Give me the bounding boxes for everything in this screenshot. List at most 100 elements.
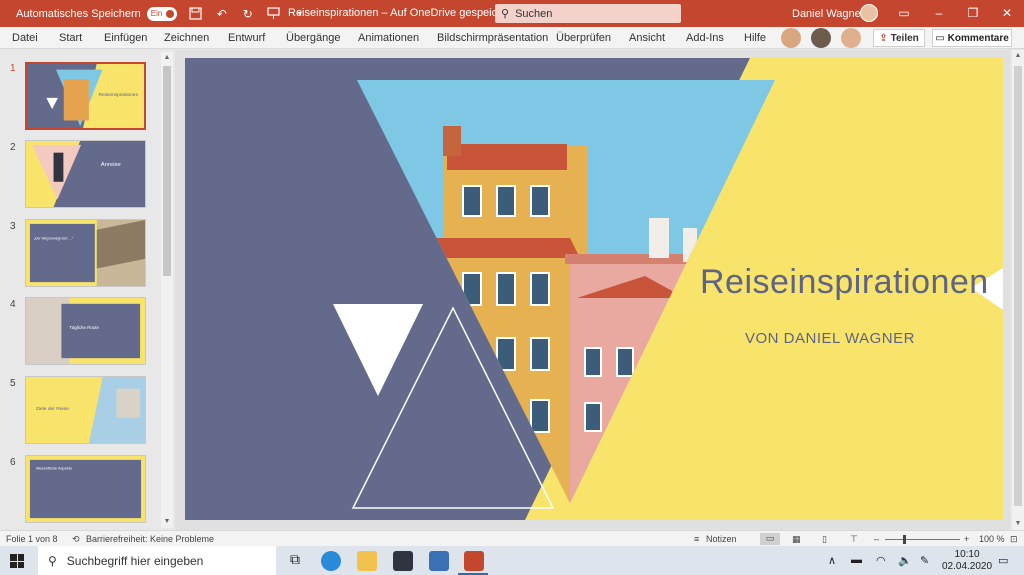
redo-icon[interactable]: ↻ — [241, 7, 255, 21]
tab-start[interactable]: Start — [59, 32, 82, 44]
search-box[interactable]: ⚲ Suchen — [495, 4, 681, 23]
tab-entwurf[interactable]: Entwurf — [228, 32, 265, 44]
tray-chevron-icon[interactable]: ∧ — [828, 554, 836, 567]
autosave-toggle[interactable]: Ein — [146, 6, 177, 21]
slide-thumbnail-5[interactable]: Ziele der Reise — [25, 376, 146, 444]
slide-thumbnail-6[interactable]: Wesentliche Aspekte — [25, 455, 146, 523]
fit-to-window-icon[interactable]: ⊡ — [1010, 534, 1018, 545]
slide-title[interactable]: Reiseinspirationen — [700, 263, 1000, 302]
user-avatar[interactable] — [860, 4, 878, 22]
slide-number: 5 — [10, 378, 16, 389]
save-icon[interactable] — [189, 7, 203, 21]
slide-thumbnail-4[interactable]: Tägliche Route — [25, 297, 146, 365]
slideshow-icon[interactable]: ⊤ — [850, 534, 858, 545]
pen-icon[interactable]: ✎ — [920, 554, 929, 567]
ribbon-tabs: Datei Start Einfügen Zeichnen Entwurf Üb… — [0, 27, 1024, 49]
slide-sorter-icon[interactable]: ▦ — [792, 534, 801, 545]
document-title[interactable]: Reiseinspirationen – Auf OneDrive gespei… — [288, 7, 516, 19]
share-icon: ⇪ — [879, 32, 888, 44]
scroll-down-icon[interactable]: ▼ — [1012, 520, 1024, 527]
thumb-5-title: Ziele der Reise — [36, 406, 69, 412]
tab-add-ins[interactable]: Add-Ins — [686, 32, 724, 44]
tab-datei[interactable]: Datei — [12, 32, 38, 44]
slide-number: 6 — [10, 457, 16, 468]
current-slide[interactable]: Reiseinspirationen VON DANIEL WAGNER — [185, 58, 1003, 520]
search-icon: ⚲ — [501, 8, 510, 20]
slide-scrollbar[interactable]: ▲ ▼ — [1012, 50, 1024, 530]
slide-number: 1 — [10, 63, 16, 74]
thumb-1-title: Reiseinspirationen — [99, 92, 139, 98]
comments-button[interactable]: ▭ Kommentare — [932, 29, 1012, 47]
notes-icon[interactable]: ≡ — [694, 534, 699, 544]
zoom-in-icon[interactable]: + — [964, 534, 969, 544]
thumb-4-title: Tägliche Route — [69, 325, 99, 330]
clock-date: 02.04.2020 — [942, 561, 993, 572]
normal-view-icon[interactable]: ▭ — [760, 533, 780, 545]
slide-thumbnail-3[interactable]: „Der Weg bewegt sich …“ — [25, 219, 146, 287]
search-icon: ⚲ — [48, 553, 57, 568]
notifications-icon[interactable]: ▭ — [998, 554, 1008, 567]
file-explorer-icon[interactable] — [357, 551, 377, 571]
status-bar: Folie 1 von 8 ⟲ Barrierefreiheit: Keine … — [0, 530, 1024, 546]
slide-editor: Reiseinspirationen VON DANIEL WAGNER — [175, 50, 1010, 530]
tab-einfuegen[interactable]: Einfügen — [104, 32, 147, 44]
undo-icon[interactable]: ↶ — [215, 7, 229, 21]
accessibility-icon[interactable]: ⟲ — [72, 534, 80, 545]
zoom-slider-thumb[interactable] — [903, 535, 906, 544]
mail-icon[interactable] — [393, 551, 413, 571]
maximize-icon[interactable]: ❐ — [964, 4, 982, 22]
clock-time: 10:10 — [954, 549, 980, 560]
thumbnail-scrollbar[interactable]: ▲ ▼ — [161, 52, 173, 528]
volume-icon[interactable]: 🔈 — [898, 554, 912, 567]
tab-uebergaenge[interactable]: Übergänge — [286, 32, 340, 44]
powerpoint-icon[interactable] — [464, 551, 484, 571]
taskbar-search[interactable]: ⚲ Suchbegriff hier eingeben — [38, 546, 276, 575]
minimize-icon[interactable]: – — [930, 4, 948, 22]
collaborator-avatar[interactable] — [781, 28, 801, 48]
edge-icon[interactable] — [321, 551, 341, 571]
slide-thumbnail-1[interactable]: Reiseinspirationen — [25, 62, 146, 130]
tab-bildschirmpraesentation[interactable]: Bildschirmpräsentation — [437, 32, 548, 44]
comment-icon: ▭ — [935, 32, 945, 44]
slide-number: 2 — [10, 142, 16, 153]
notes-button[interactable]: Notizen — [706, 534, 737, 544]
tab-ansicht[interactable]: Ansicht — [629, 32, 665, 44]
scroll-down-icon[interactable]: ▼ — [161, 516, 173, 528]
reading-view-icon[interactable]: ▯ — [822, 534, 827, 545]
wifi-icon[interactable]: ◠ — [876, 554, 886, 567]
scrollbar-thumb[interactable] — [163, 66, 171, 276]
task-view-icon[interactable]: ⧉ — [285, 551, 305, 571]
collaborator-avatar[interactable] — [841, 28, 861, 48]
close-icon[interactable]: ✕ — [998, 4, 1016, 22]
slide-number: 3 — [10, 221, 16, 232]
tab-zeichnen[interactable]: Zeichnen — [164, 32, 209, 44]
user-name[interactable]: Daniel Wagner — [792, 8, 864, 20]
tab-animationen[interactable]: Animationen — [358, 32, 419, 44]
autosave-label: Automatisches Speichern — [16, 7, 141, 20]
slide-number: 4 — [10, 299, 16, 310]
tab-ueberpruefen[interactable]: Überprüfen — [556, 32, 611, 44]
scrollbar-thumb[interactable] — [1014, 66, 1022, 506]
accessibility-status[interactable]: Barrierefreiheit: Keine Probleme — [86, 534, 214, 544]
share-button[interactable]: ⇪ Teilen — [873, 29, 925, 47]
slide-subtitle[interactable]: VON DANIEL WAGNER — [745, 330, 915, 347]
search-label: Suchen — [515, 7, 553, 20]
tab-hilfe[interactable]: Hilfe — [744, 32, 766, 44]
thumb-6-title: Wesentliche Aspekte — [36, 466, 72, 471]
scroll-up-icon[interactable]: ▲ — [161, 52, 173, 64]
zoom-level[interactable]: 100 % — [979, 534, 1005, 544]
clock[interactable]: 10:10 02.04.2020 — [942, 549, 992, 573]
zoom-out-icon[interactable]: – — [874, 534, 879, 544]
store-icon[interactable] — [429, 551, 449, 571]
present-icon[interactable] — [267, 7, 281, 21]
slide-thumbnail-2[interactable]: Anreise — [25, 140, 146, 208]
ribbon-display-icon[interactable]: ▭ — [895, 4, 913, 22]
title-bar: Automatisches Speichern Ein ↶ ↻ ▾ Reisei… — [0, 0, 1024, 27]
zoom-slider[interactable] — [885, 539, 960, 540]
slide-counter[interactable]: Folie 1 von 8 — [6, 534, 58, 544]
scroll-up-icon[interactable]: ▲ — [1012, 52, 1024, 59]
thumb-2-title: Anreise — [101, 162, 121, 168]
collaborator-avatar[interactable] — [811, 28, 831, 48]
start-icon[interactable] — [10, 554, 24, 568]
battery-icon[interactable]: ▬ — [851, 554, 862, 566]
